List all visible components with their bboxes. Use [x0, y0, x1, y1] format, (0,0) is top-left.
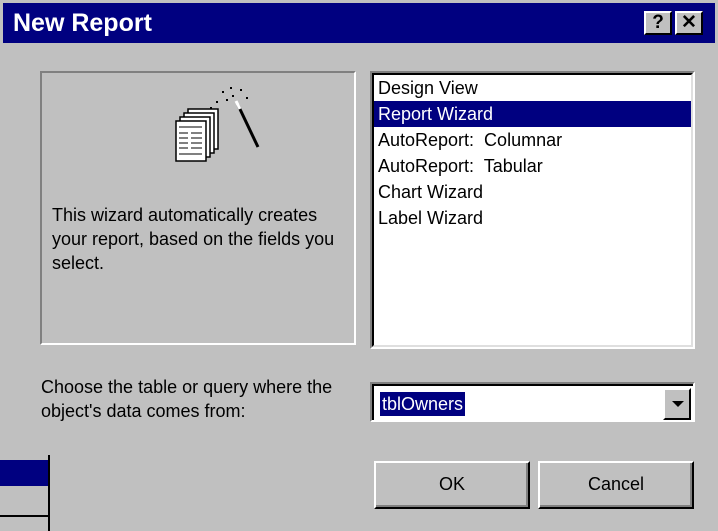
source-label: Choose the table or query where the obje… — [41, 377, 333, 421]
report-type-list[interactable]: Design View Report Wizard AutoReport: Co… — [370, 71, 695, 349]
title-bar[interactable]: New Report ? ✕ — [3, 3, 715, 43]
list-item-autoreport-tabular[interactable]: AutoReport: Tabular — [374, 153, 691, 179]
ok-button[interactable]: OK — [374, 461, 530, 509]
source-combobox-value[interactable]: tblOwners — [380, 392, 466, 416]
preview-panel: This wizard automatically creates your r… — [40, 71, 356, 345]
chevron-down-icon — [672, 401, 684, 407]
dialog-title: New Report — [13, 9, 152, 37]
dropdown-button[interactable] — [663, 388, 691, 420]
background-selection-bar — [0, 460, 48, 486]
new-report-dialog: New Report ? ✕ This wizard automatically… — [0, 0, 718, 531]
close-button[interactable]: ✕ — [675, 11, 703, 35]
list-item-autoreport-columnar[interactable]: AutoReport: Columnar — [374, 127, 691, 153]
source-combobox[interactable]: tblOwners — [370, 382, 695, 422]
list-item-report-wizard[interactable]: Report Wizard — [374, 101, 691, 127]
source-combobox-field: tblOwners — [372, 384, 693, 420]
list-item-chart-wizard[interactable]: Chart Wizard — [374, 179, 691, 205]
report-type-list-items: Design View Report Wizard AutoReport: Co… — [372, 73, 693, 347]
cancel-button[interactable]: Cancel — [538, 461, 694, 509]
wizard-description: This wizard automatically creates your r… — [52, 205, 335, 273]
list-item-label-wizard[interactable]: Label Wizard — [374, 205, 691, 231]
background-window-fragment — [0, 455, 50, 531]
help-button[interactable]: ? — [644, 11, 672, 35]
background-divider — [0, 515, 48, 517]
list-item-design-view[interactable]: Design View — [374, 75, 691, 101]
report-wizard-icon — [175, 87, 260, 162]
